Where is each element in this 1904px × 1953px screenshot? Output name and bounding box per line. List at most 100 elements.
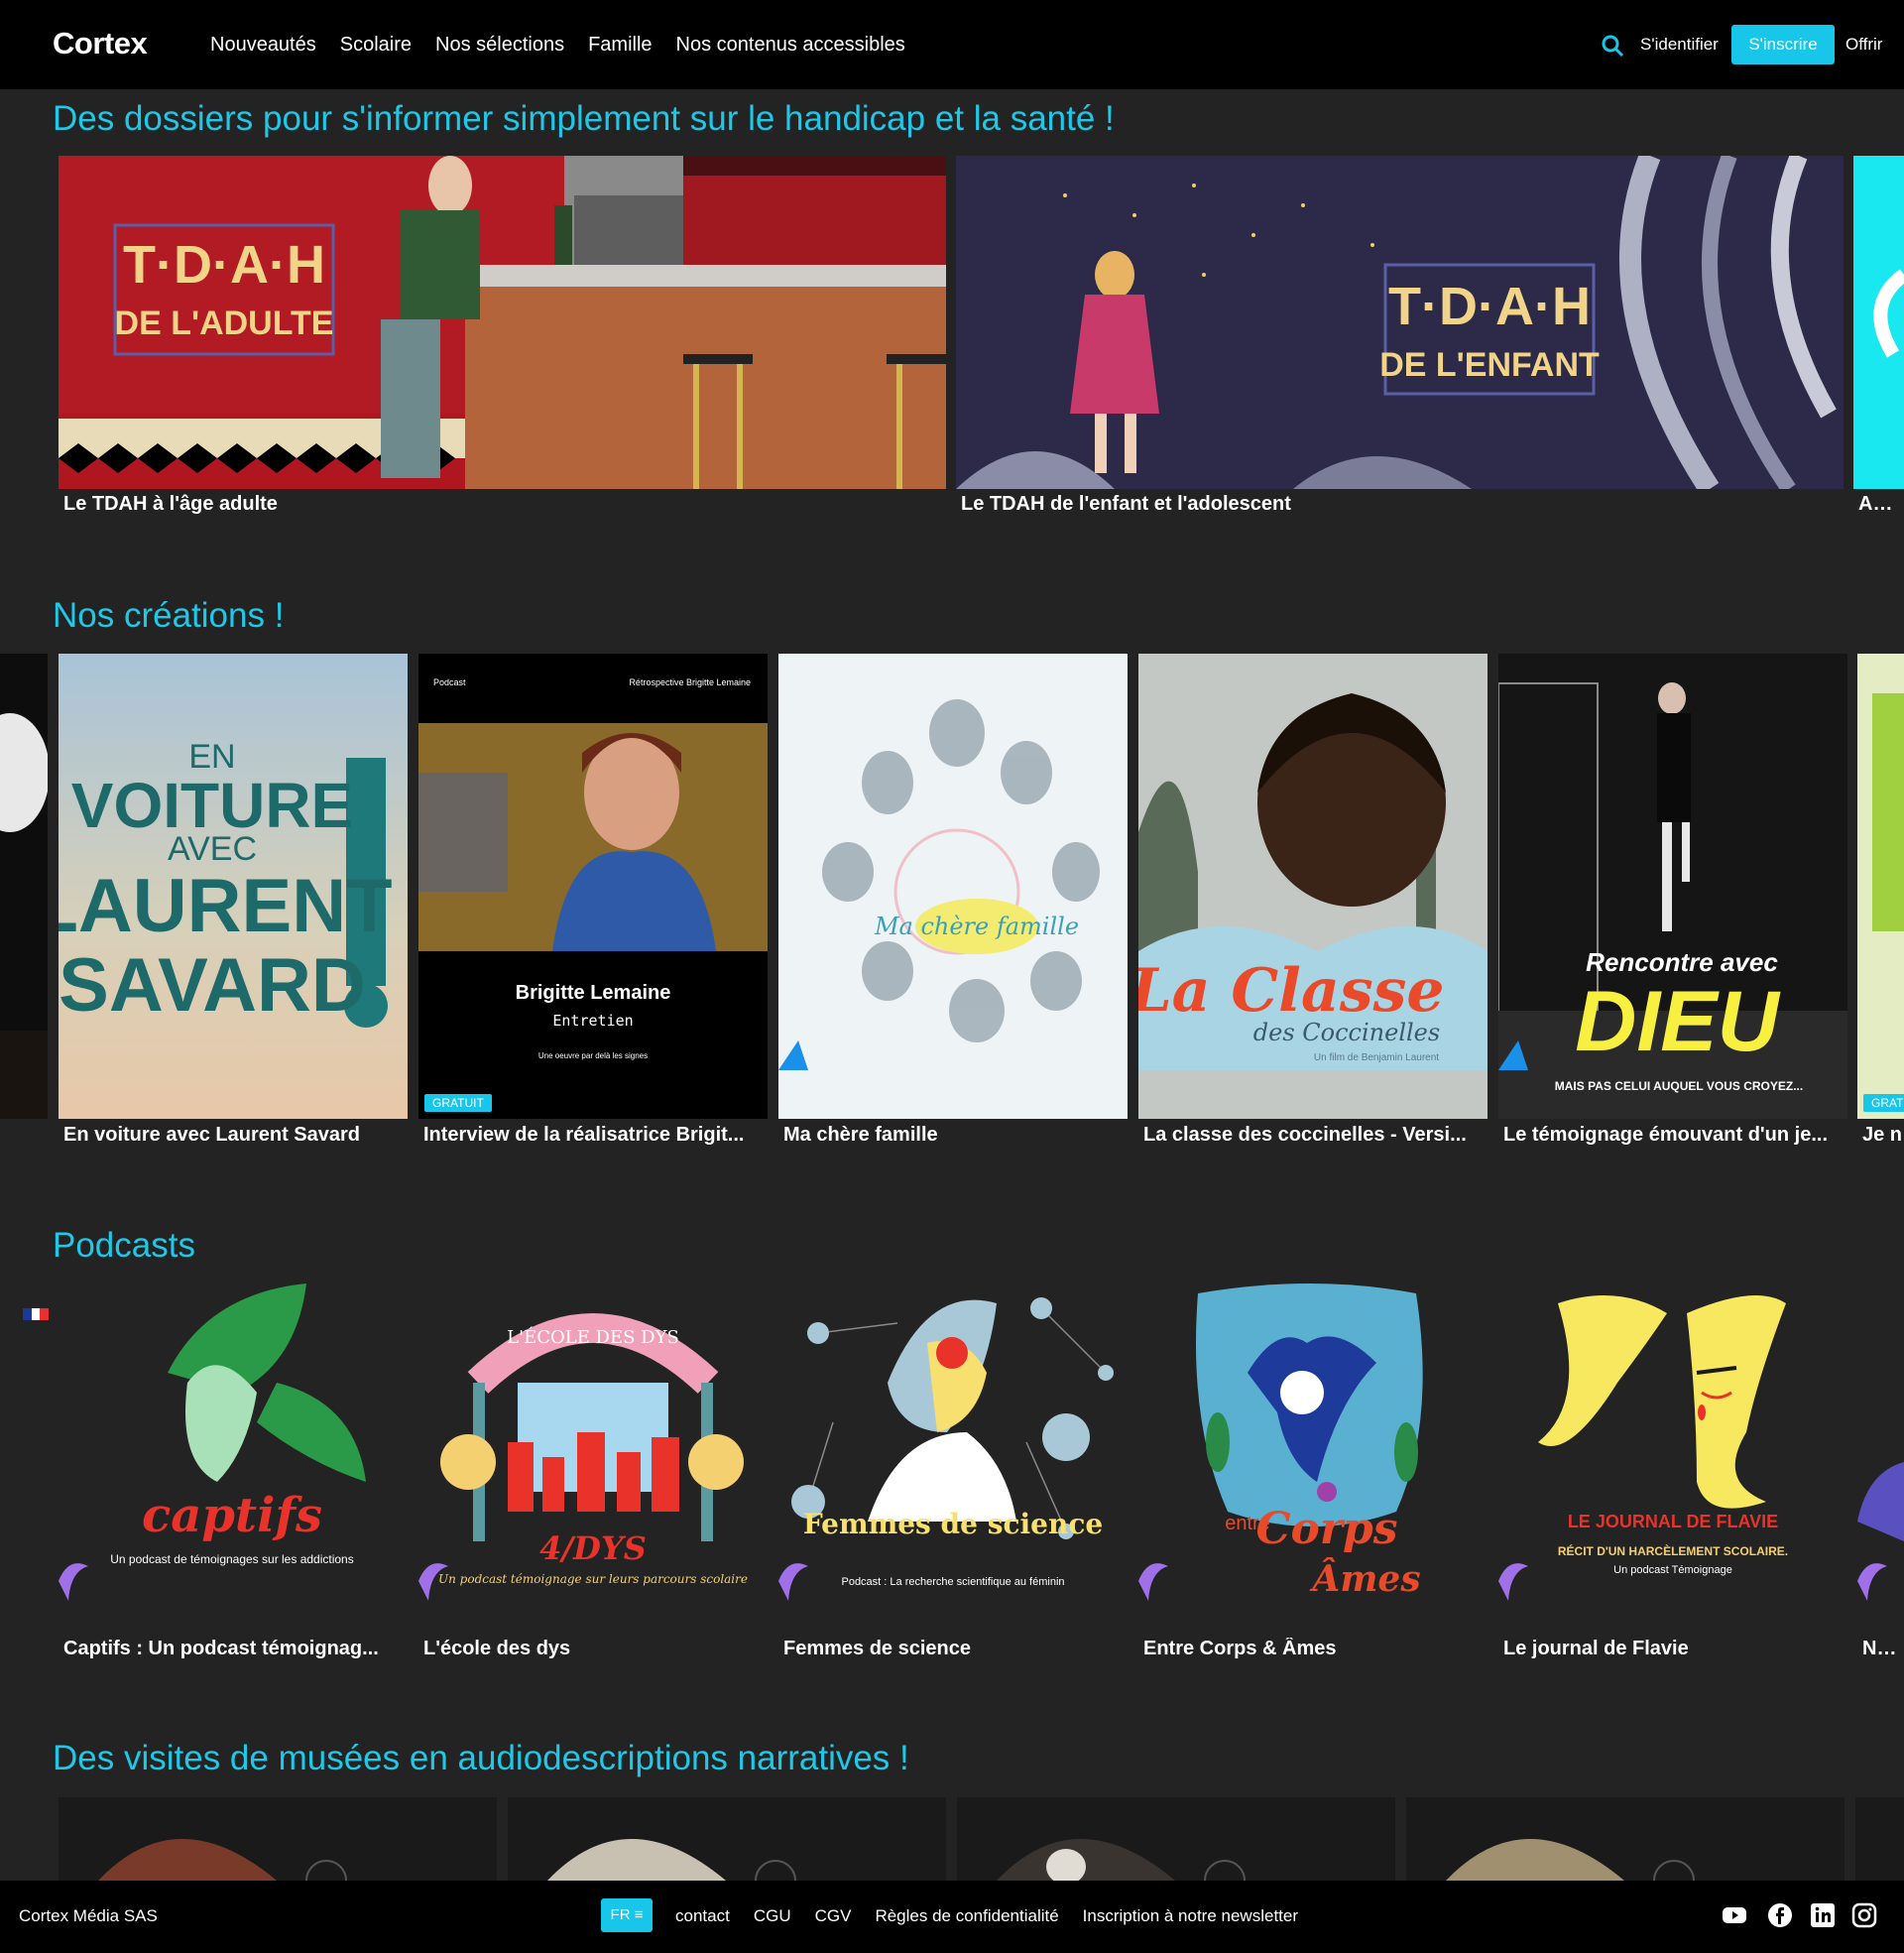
search-icon[interactable] (1601, 34, 1624, 58)
instagram-icon[interactable] (1851, 1902, 1877, 1928)
offer-link[interactable]: Offrir (1845, 35, 1882, 55)
brigitte-art-top-right: Rétrospective Brigitte Lemaine (629, 677, 751, 687)
main-nav: Nouveautés Scolaire Nos sélections Famil… (210, 34, 929, 57)
tdah-enfant-art-sub: DE L'ENFANT (1379, 346, 1600, 384)
card-musee-3[interactable] (957, 1797, 1395, 1881)
youtube-icon[interactable] (1722, 1902, 1747, 1928)
cortex-logo[interactable]: Cortex (53, 26, 148, 61)
card-musee-4[interactable] (1406, 1797, 1844, 1881)
footer-links: contact CGU CGV Règles de confidentialit… (675, 1906, 1322, 1926)
card-label-tdah-enfant[interactable]: Le TDAH de l'enfant et l'adolescent (961, 493, 1834, 516)
card-label-rencontre-dieu[interactable]: Le témoignage émouvant d'un je... (1503, 1124, 1841, 1147)
flavie-art-sub2: Un podcast Témoignage (1613, 1564, 1732, 1576)
footer-link-cgu[interactable]: CGU (754, 1906, 791, 1926)
company-name: Cortex Média SAS (19, 1906, 158, 1925)
footer: Cortex Média SAS FR ≡ contact CGU CGV Rè… (0, 1881, 1904, 1953)
card-label-ma-chere-famille[interactable]: Ma chère famille (783, 1124, 1121, 1147)
french-flag-icon[interactable] (23, 1308, 49, 1320)
card-label-je-n[interactable]: Je n (1862, 1124, 1904, 1147)
card-femmes-de-science[interactable]: Femmes de science Podcast : La recherche… (778, 1283, 1128, 1611)
ecole-des-dys-illustration: L'ÉCOLE DES DYS 4/DYS Un podcast témoign… (418, 1313, 748, 1601)
card-label-journal-flavie[interactable]: Le journal de Flavie (1503, 1638, 1841, 1660)
captifs-illustration: captifs Un podcast de témoignages sur le… (59, 1283, 366, 1601)
femmes-art-sub: Podcast : La recherche scientifique au f… (841, 1576, 1064, 1588)
ecole-art-title: 4/DYS (539, 1529, 647, 1567)
card-brigitte-lemaine[interactable]: Podcast Rétrospective Brigitte Lemaine B… (418, 654, 768, 1119)
card-captifs[interactable]: captifs Un podcast de témoignages sur le… (59, 1283, 408, 1611)
section-title-dossiers: Des dossiers pour s'informer simplement … (53, 99, 1115, 138)
card-rencontre-dieu[interactable]: Rencontre avec DIEU MAIS PAS CELUI AUQUE… (1498, 654, 1847, 1119)
tdah-adulte-art-sub: DE L'ADULTE (115, 305, 334, 342)
autisme-illustration (1873, 269, 1904, 358)
tdah-enfant-illustration: T·D·A·H DE L'ENFANT (956, 156, 1844, 489)
gratuit-badge: GRATUIT (424, 1094, 492, 1112)
ecole-art-sub: Un podcast témoignage sur leurs parcours… (438, 1572, 748, 1586)
card-ecole-des-dys[interactable]: L'ÉCOLE DES DYS 4/DYS Un podcast témoign… (418, 1283, 768, 1611)
card-je-n-partial[interactable]: GRAT (1857, 654, 1904, 1119)
facebook-icon[interactable] (1767, 1902, 1793, 1928)
section-title-musees: Des visites de musées en audiodescriptio… (53, 1739, 909, 1777)
card-label-classe-coccinelles[interactable]: La classe des coccinelles - Versi... (1143, 1124, 1481, 1147)
musee-3-illustration (997, 1839, 1246, 1881)
nav-nouveautes[interactable]: Nouveautés (210, 34, 316, 57)
card-musee-1[interactable] (59, 1797, 497, 1881)
card-label-captifs[interactable]: Captifs : Un podcast témoignag... (63, 1638, 401, 1660)
card-previous-partial[interactable] (0, 654, 48, 1119)
flavie-art-title: LE JOURNAL DE FLAVIE (1568, 1512, 1778, 1531)
footer-link-contact[interactable]: contact (675, 1906, 730, 1926)
musee-1-illustration (98, 1839, 347, 1881)
brigitte-art-tag: Une oeuvre par delà les signes (538, 1051, 648, 1060)
card-label-ecole-des-dys[interactable]: L'école des dys (423, 1638, 761, 1660)
card-musee-5-partial[interactable] (1855, 1797, 1904, 1881)
card-journal-flavie[interactable]: LE JOURNAL DE FLAVIE RÉCIT D'UN HARCÈLEM… (1498, 1283, 1847, 1611)
footer-link-cgv[interactable]: CGV (815, 1906, 852, 1926)
classe-art-title: La Classe (1138, 956, 1445, 1026)
card-ma-chere-famille[interactable]: Ma chère famille (778, 654, 1128, 1119)
card-label-en-voiture[interactable]: En voiture avec Laurent Savard (63, 1124, 401, 1147)
dieu-art-sub: MAIS PAS CELUI AUQUEL VOUS CROYEZ... (1555, 1079, 1803, 1093)
musee-2-illustration (547, 1839, 796, 1881)
card-tdah-enfant[interactable]: T·D·A·H DE L'ENFANT (956, 156, 1844, 489)
card-en-voiture[interactable]: EN VOITURE AVEC LAURENT SAVARD (59, 654, 408, 1119)
gratuit-badge-partial: GRAT (1863, 1094, 1904, 1112)
language-menu-button[interactable]: FR ≡ (601, 1898, 653, 1932)
linkedin-icon[interactable] (1810, 1902, 1836, 1928)
footer-link-newsletter[interactable]: Inscription à notre newsletter (1083, 1906, 1298, 1926)
card-autisme[interactable] (1853, 156, 1904, 489)
en-voiture-illustration: EN VOITURE AVEC LAURENT SAVARD (59, 654, 408, 1119)
login-link[interactable]: S'identifier (1640, 35, 1719, 55)
tdah-enfant-art-title: T·D·A·H (1388, 277, 1591, 336)
tdah-adulte-art-title: T·D·A·H (123, 235, 325, 295)
card-label-autisme[interactable]: Autis (1858, 493, 1904, 516)
card-label-brigitte-lemaine[interactable]: Interview de la réalisatrice Brigit... (423, 1124, 761, 1147)
card-label-entre-corps-ames[interactable]: Entre Corps & Âmes (1143, 1638, 1481, 1660)
signup-button[interactable]: S'inscrire (1731, 25, 1835, 64)
classe-coccinelles-illustration: La Classe des Coccinelles Un film de Ben… (1138, 654, 1488, 1119)
card-tdah-adulte[interactable]: T·D·A·H DE L'ADULTE (59, 156, 946, 489)
dieu-art-top: Rencontre avec (1586, 947, 1778, 977)
previous-partial-illustration (0, 654, 48, 1119)
nav-scolaire[interactable]: Scolaire (340, 34, 412, 57)
nav-famille[interactable]: Famille (588, 34, 652, 57)
card-classe-coccinelles[interactable]: La Classe des Coccinelles Un film de Ben… (1138, 654, 1488, 1119)
brigitte-art-sub: Entretien (552, 1012, 633, 1030)
brigitte-art-name: Brigitte Lemaine (516, 982, 671, 1004)
en-voiture-art-5: SAVARD (59, 943, 366, 1028)
card-entre-corps-ames[interactable]: entre Corps Âmes (1138, 1283, 1488, 1611)
dieu-art-main: DIEU (1575, 974, 1780, 1069)
musee-4-illustration (1446, 1839, 1695, 1881)
nav-selections[interactable]: Nos sélections (435, 34, 564, 57)
tdah-adulte-illustration: T·D·A·H DE L'ADULTE (59, 156, 946, 489)
corps-art-sub: Âmes (1309, 1558, 1420, 1600)
card-musee-2[interactable] (508, 1797, 946, 1881)
card-nous-partial[interactable] (1857, 1283, 1904, 1611)
card-label-nous[interactable]: Nous (1862, 1638, 1904, 1660)
footer-link-privacy[interactable]: Règles de confidentialité (875, 1906, 1058, 1926)
brigitte-art-top-left: Podcast (433, 677, 466, 687)
card-label-tdah-adulte[interactable]: Le TDAH à l'âge adulte (63, 493, 936, 516)
card-label-femmes-de-science[interactable]: Femmes de science (783, 1638, 1121, 1660)
corps-art-title: Corps (1255, 1504, 1397, 1554)
nav-accessibles[interactable]: Nos contenus accessibles (676, 34, 905, 57)
rencontre-dieu-illustration: Rencontre avec DIEU MAIS PAS CELUI AUQUE… (1498, 654, 1847, 1119)
section-title-podcasts: Podcasts (53, 1226, 195, 1265)
